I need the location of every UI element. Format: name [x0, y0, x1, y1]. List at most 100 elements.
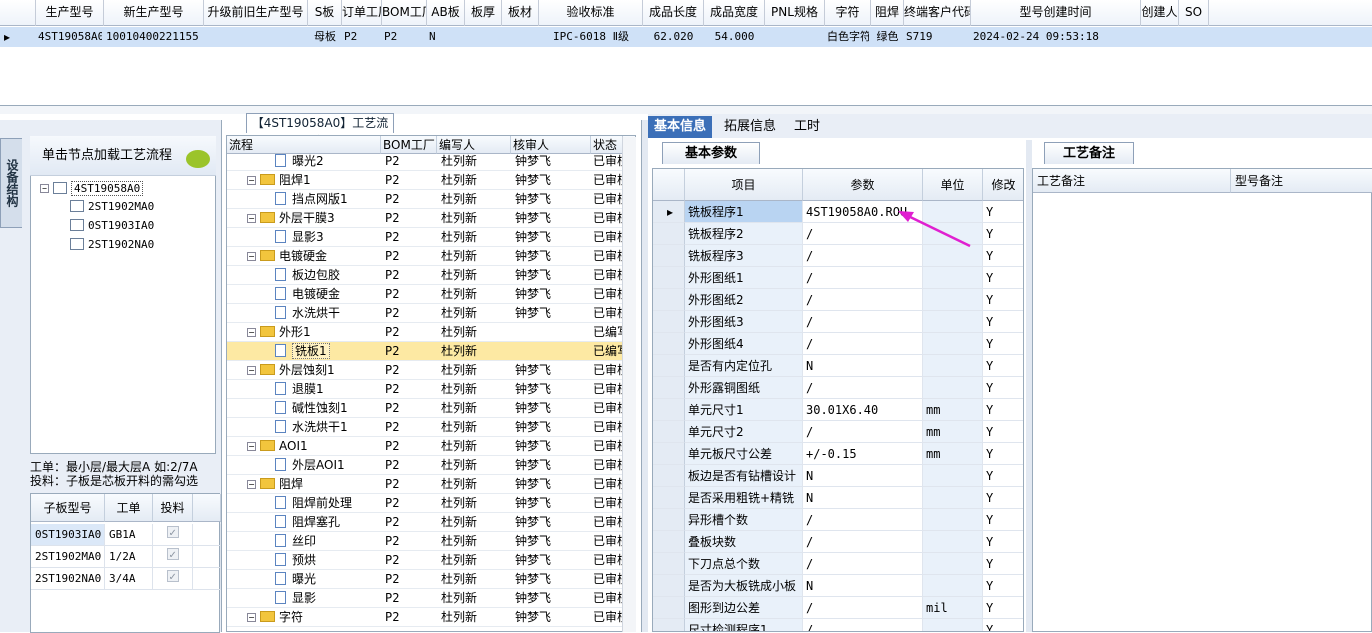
feed-checkbox[interactable] [166, 523, 179, 545]
column-header[interactable]: 板厚 [465, 0, 502, 26]
flow-row[interactable]: 显影 P2 杜列新 钟梦飞 已审核 [227, 589, 623, 608]
tree-node-root[interactable]: − 4ST19058A0 [40, 180, 144, 198]
tab-work-hours[interactable]: 工时 [788, 116, 826, 138]
tab-process-flow[interactable]: 【4ST19058A0】工艺流程 [246, 113, 394, 148]
flow-row[interactable]: − 外形1 P2 杜列新 已编写 [227, 323, 623, 342]
param-value-cell[interactable]: +/-0.15 [803, 443, 923, 465]
flow-row[interactable]: − AOI1 P2 杜列新 钟梦飞 已审核 [227, 437, 623, 456]
collapse-icon[interactable]: − [247, 480, 256, 489]
param-value-cell[interactable]: / [803, 509, 923, 531]
param-row[interactable]: 外形图纸3/ Y [653, 311, 1023, 333]
param-modify-cell[interactable]: Y [983, 355, 1023, 377]
work-order-cell[interactable]: GB1A [105, 524, 153, 546]
column-header[interactable]: 成品长度 [643, 0, 704, 26]
flow-row[interactable]: 预烘 P2 杜列新 钟梦飞 已审核 [227, 551, 623, 570]
flow-row[interactable]: − 字符 P2 杜列新 钟梦飞 已审核 [227, 608, 623, 627]
flow-row[interactable]: − 外层干膜3 P2 杜列新 钟梦飞 已审核 [227, 209, 623, 228]
column-header[interactable]: 创建人 [1141, 0, 1179, 26]
param-value-cell[interactable]: N [803, 487, 923, 509]
param-modify-cell[interactable]: Y [983, 333, 1023, 355]
flow-row[interactable]: 电镀硬金 P2 杜列新 钟梦飞 已审核 [227, 285, 623, 304]
flow-row[interactable]: − 阻焊1 P2 杜列新 钟梦飞 已审核 [227, 171, 623, 190]
flow-row[interactable]: 水洗烘干1 P2 杜列新 钟梦飞 已审核 [227, 418, 623, 437]
param-modify-cell[interactable]: Y [983, 267, 1023, 289]
param-modify-cell[interactable]: Y [983, 531, 1023, 553]
param-modify-cell[interactable]: Y [983, 619, 1023, 631]
work-order-cell[interactable]: 3/4A [105, 568, 153, 590]
param-row[interactable]: 是否采用粗铣+精铣 N Y [653, 487, 1023, 509]
flow-row[interactable]: − 阻焊 P2 杜列新 钟梦飞 已审核 [227, 475, 623, 494]
flow-row-selected[interactable]: 铣板1 P2 杜列新 已编写 [227, 342, 623, 361]
flow-row[interactable]: 曝光2 P2 杜列新 钟梦飞 已审核 [227, 152, 623, 171]
param-modify-cell[interactable]: Y [983, 311, 1023, 333]
tab-extended-info[interactable]: 拓展信息 [718, 116, 782, 138]
param-row[interactable]: 尺寸检测程序1/ Y [653, 619, 1023, 631]
param-modify-cell[interactable]: Y [983, 377, 1023, 399]
param-modify-cell[interactable]: Y [983, 597, 1023, 619]
flow-row[interactable]: 阻焊塞孔 P2 杜列新 钟梦飞 已审核 [227, 513, 623, 532]
column-header[interactable]: 生产型号 [36, 0, 104, 26]
column-header[interactable]: PNL规格 [765, 0, 825, 26]
param-value-cell[interactable]: N [803, 355, 923, 377]
collapse-icon[interactable]: − [247, 328, 256, 337]
flow-row[interactable]: 板边包胶 P2 杜列新 钟梦飞 已审核 [227, 266, 623, 285]
param-row[interactable]: 外形图纸1/ Y [653, 267, 1023, 289]
column-header[interactable]: 参数 [803, 169, 923, 201]
flow-row[interactable]: 阻焊前处理 P2 杜列新 钟梦飞 已审核 [227, 494, 623, 513]
tab-device-structure[interactable]: 设备结构 [0, 138, 22, 228]
param-value-cell[interactable]: / [803, 553, 923, 575]
flow-row[interactable]: 水洗烘干 P2 杜列新 钟梦飞 已审核 [227, 304, 623, 323]
param-modify-cell[interactable]: Y [983, 487, 1023, 509]
column-header[interactable]: AB板 [427, 0, 465, 26]
param-row[interactable]: 外形图纸4/ Y [653, 333, 1023, 355]
feed-checkbox[interactable] [166, 567, 179, 589]
flow-row[interactable]: 挡点网版1 P2 杜列新 钟梦飞 已审核 [227, 190, 623, 209]
param-row[interactable]: 外形图纸2/ Y [653, 289, 1023, 311]
column-header[interactable]: 修改 [983, 169, 1023, 201]
tree-node-child[interactable]: 0ST1903IA0 [70, 217, 154, 235]
flow-scrollbar[interactable] [622, 137, 636, 632]
collapse-icon[interactable]: − [247, 613, 256, 622]
flow-row[interactable]: 曝光 P2 杜列新 钟梦飞 已审核 [227, 570, 623, 589]
column-header[interactable]: 终端客户代码 [904, 0, 971, 26]
flow-row[interactable]: − 电镀硬金 P2 杜列新 钟梦飞 已审核 [227, 247, 623, 266]
param-modify-cell[interactable]: Y [983, 553, 1023, 575]
param-row[interactable]: 叠板块数 / Y [653, 531, 1023, 553]
column-header[interactable]: 单位 [923, 169, 983, 201]
param-row[interactable]: 单元板尺寸公差 +/-0.15 mm Y [653, 443, 1023, 465]
column-header[interactable]: 升级前旧生产型号 [204, 0, 308, 26]
param-value-cell[interactable]: / [803, 289, 923, 311]
param-value-cell[interactable]: / [803, 531, 923, 553]
param-value-cell[interactable]: / [803, 619, 923, 631]
column-header[interactable]: 投料 [153, 494, 193, 522]
column-header[interactable]: 成品宽度 [704, 0, 765, 26]
param-modify-cell[interactable]: Y [983, 509, 1023, 531]
param-value-cell[interactable]: / [803, 377, 923, 399]
param-row[interactable]: 异形槽个数 / Y [653, 509, 1023, 531]
column-header[interactable]: SO [1179, 0, 1209, 26]
param-value-cell[interactable]: / [803, 421, 923, 443]
sub-board-model-cell[interactable]: 0ST1903IA0 [31, 524, 105, 546]
tab-basic-info[interactable]: 基本信息 [648, 116, 713, 138]
collapse-icon[interactable]: − [247, 214, 256, 223]
column-header[interactable]: 板材 [502, 0, 539, 26]
sub-board-model-cell[interactable]: 2ST1902MA0 [31, 546, 105, 568]
flow-row[interactable]: 显影3 P2 杜列新 钟梦飞 已审核 [227, 228, 623, 247]
vertical-splitter[interactable] [642, 120, 648, 632]
feed-checkbox[interactable] [166, 545, 179, 567]
tree-node-child[interactable]: 2ST1902MA0 [70, 198, 154, 216]
column-header[interactable]: S板 [308, 0, 342, 26]
param-row[interactable]: 外形露铜图纸 / Y [653, 377, 1023, 399]
param-row[interactable]: 单元尺寸1 30.01X6.40 mm Y [653, 399, 1023, 421]
column-header[interactable]: 型号创建时间 [971, 0, 1141, 26]
param-row[interactable]: 板边是否有钻槽设计 N Y [653, 465, 1023, 487]
column-header[interactable]: 字符 [825, 0, 871, 26]
param-modify-cell[interactable]: Y [983, 399, 1023, 421]
column-header[interactable]: 项目 [685, 169, 803, 201]
collapse-icon[interactable]: − [40, 184, 49, 193]
flow-row[interactable]: − 外层蚀刻1 P2 杜列新 钟梦飞 已审核 [227, 361, 623, 380]
flow-row[interactable]: 碱性蚀刻1 P2 杜列新 钟梦飞 已审核 [227, 399, 623, 418]
param-value-cell[interactable]: / [803, 311, 923, 333]
column-header[interactable]: 工单 [105, 494, 153, 522]
param-value-cell[interactable]: 30.01X6.40 [803, 399, 923, 421]
